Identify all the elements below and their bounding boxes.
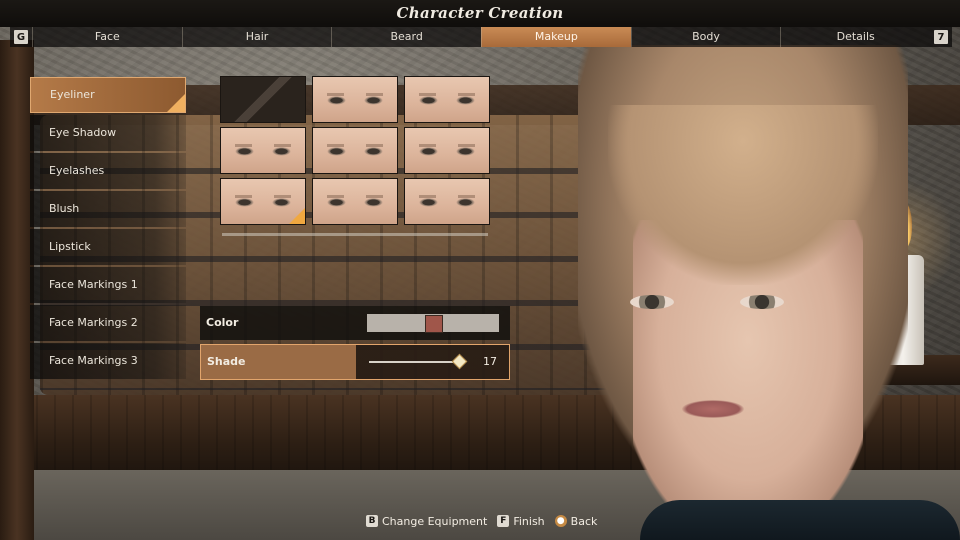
menu-item-label: Eyeliner — [50, 88, 95, 101]
makeup-menu: Eyeliner Eye Shadow Eyelashes Blush Lips… — [30, 77, 186, 381]
tab-beard[interactable]: Beard — [331, 27, 481, 47]
title-bar: Character Creation — [0, 0, 960, 27]
key-f-icon: F — [497, 515, 510, 527]
menu-item-eyelashes[interactable]: Eyelashes — [30, 153, 186, 189]
swatch-option-selected[interactable] — [220, 178, 306, 225]
button-hints: B Change Equipment F Finish ● Back — [366, 512, 607, 530]
menu-item-eye-shadow[interactable]: Eye Shadow — [30, 115, 186, 151]
swatch-option[interactable] — [404, 127, 490, 174]
tab-hair[interactable]: Hair — [181, 27, 332, 47]
shade-label: Shade — [207, 355, 246, 368]
color-swatch — [425, 315, 443, 333]
tab-prev-key[interactable]: G — [10, 27, 32, 47]
menu-item-face-markings-1[interactable]: Face Markings 1 — [30, 267, 186, 303]
menu-item-blush[interactable]: Blush — [30, 191, 186, 227]
menu-item-label: Face Markings 3 — [49, 354, 138, 367]
window-title: Character Creation — [396, 4, 564, 22]
swatch-scrollbar[interactable] — [222, 233, 488, 236]
menu-item-label: Face Markings 2 — [49, 316, 138, 329]
character-model[interactable] — [578, 45, 908, 540]
change-equipment-hint[interactable]: B Change Equipment — [366, 515, 487, 528]
tab-body[interactable]: Body — [630, 27, 781, 47]
menu-item-label: Blush — [49, 202, 80, 215]
swatch-option[interactable] — [312, 127, 398, 174]
tab-next-key[interactable]: 7 — [930, 27, 952, 47]
color-row[interactable]: Color — [200, 306, 510, 340]
menu-item-face-markings-3[interactable]: Face Markings 3 — [30, 343, 186, 379]
menu-item-face-markings-2[interactable]: Face Markings 2 — [30, 305, 186, 341]
tab-details[interactable]: Details — [780, 27, 930, 47]
swatch-option[interactable] — [312, 76, 398, 123]
shade-value: 17 — [483, 355, 497, 368]
swatch-option[interactable] — [220, 127, 306, 174]
key-g-icon: G — [14, 30, 28, 44]
color-label: Color — [206, 316, 239, 329]
swatch-option[interactable] — [404, 178, 490, 225]
character-eye-left — [630, 295, 674, 309]
shade-slider-knob[interactable] — [451, 353, 468, 370]
color-picker[interactable] — [367, 314, 499, 333]
key-b-icon: B — [366, 515, 378, 527]
character-shirt — [640, 500, 960, 540]
back-hint[interactable]: ● Back — [554, 514, 598, 528]
key-7-icon: 7 — [934, 30, 949, 44]
wood-post — [0, 40, 34, 540]
menu-item-label: Lipstick — [49, 240, 91, 253]
category-tabs: G Face Hair Beard Makeup Body Details 7 — [10, 27, 952, 47]
character-bangs — [608, 105, 878, 285]
selected-corner-icon — [167, 94, 185, 112]
finish-hint[interactable]: F Finish — [497, 514, 545, 528]
back-label: Back — [570, 514, 598, 528]
character-lips — [682, 400, 744, 418]
tab-face[interactable]: Face — [32, 27, 182, 47]
change-equipment-label: Change Equipment — [382, 514, 488, 528]
menu-item-label: Eye Shadow — [49, 126, 117, 139]
shade-slider-track[interactable] — [369, 361, 463, 363]
menu-item-lipstick[interactable]: Lipstick — [30, 229, 186, 265]
mouse-right-icon: ● — [554, 515, 567, 527]
swatch-none[interactable] — [220, 76, 306, 123]
shade-row[interactable]: Shade 17 — [200, 344, 510, 380]
selected-corner-icon — [289, 208, 305, 224]
tab-makeup[interactable]: Makeup — [481, 27, 631, 47]
swatch-option[interactable] — [404, 76, 490, 123]
swatch-option[interactable] — [312, 178, 398, 225]
menu-item-label: Face Markings 1 — [49, 278, 138, 291]
finish-label: Finish — [513, 514, 545, 528]
menu-item-label: Eyelashes — [49, 164, 105, 177]
menu-item-eyeliner[interactable]: Eyeliner — [30, 77, 186, 113]
character-eye-right — [740, 295, 784, 309]
eyeliner-swatch-grid — [220, 76, 490, 228]
